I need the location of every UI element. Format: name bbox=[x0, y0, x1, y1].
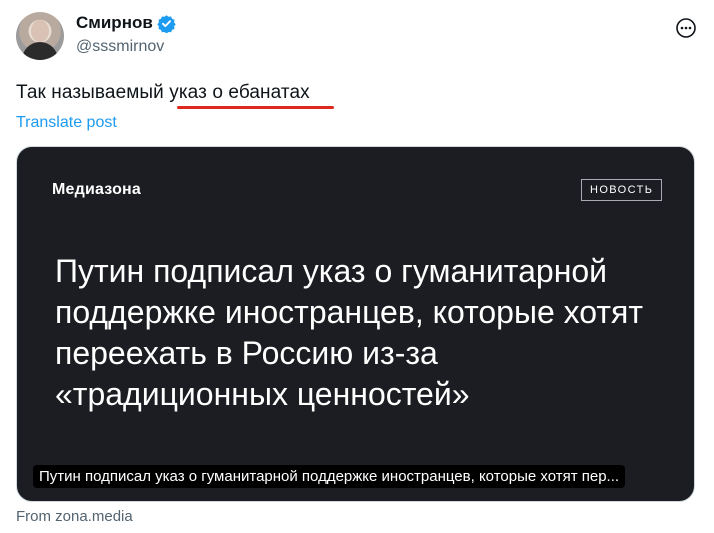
highlight-underline bbox=[177, 106, 334, 109]
card-brand: Медиазона bbox=[52, 181, 142, 198]
avatar[interactable] bbox=[16, 12, 64, 60]
link-preview-card[interactable]: Медиазона НОВОСТЬ Путин подписал указ о … bbox=[16, 146, 695, 502]
author-name-row: Смирнов bbox=[76, 13, 176, 34]
card-headline: Путин подписал указ о гуманитарной подде… bbox=[55, 253, 644, 412]
more-options-button[interactable] bbox=[676, 18, 696, 38]
card-source[interactable]: From zona.media bbox=[16, 508, 133, 525]
more-options-icon bbox=[676, 18, 696, 38]
translate-post-link[interactable]: Translate post bbox=[16, 114, 117, 132]
avatar-head bbox=[31, 20, 49, 42]
tweet-text-plain: Так называемый bbox=[16, 82, 170, 103]
card-badge: НОВОСТЬ bbox=[581, 179, 663, 201]
author-handle[interactable]: @sssmirnov bbox=[76, 38, 164, 56]
display-name[interactable]: Смирнов bbox=[76, 13, 153, 33]
card-caption: Путин подписал указ о гуманитарной подде… bbox=[33, 465, 626, 488]
tweet-text-highlight: указ о ебанатах bbox=[169, 82, 310, 103]
tweet-text: Так называемый указ о ебанатах bbox=[16, 82, 310, 104]
verified-badge-icon bbox=[157, 14, 176, 34]
avatar-body bbox=[22, 42, 58, 60]
